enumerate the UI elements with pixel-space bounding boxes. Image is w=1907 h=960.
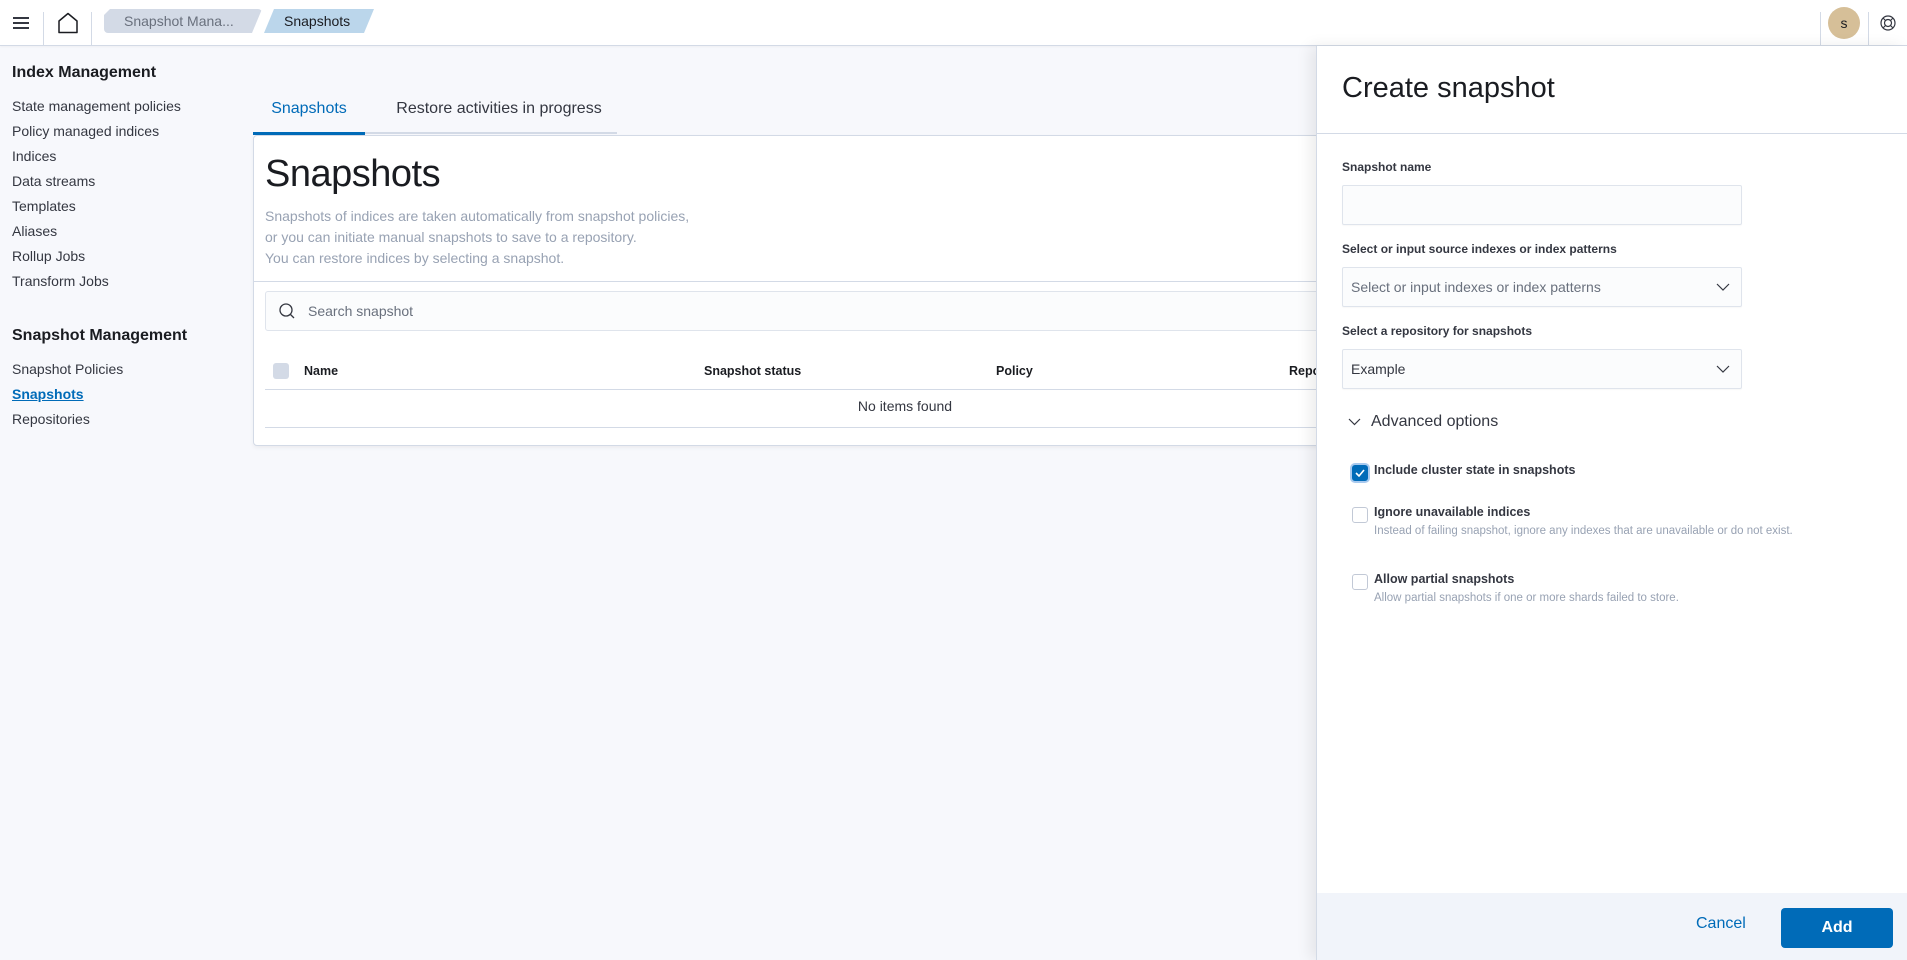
checkbox-help-text: Allow partial snapshots if one or more s… bbox=[1374, 592, 1679, 604]
source-indexes-placeholder: Select or input indexes or index pattern… bbox=[1351, 279, 1601, 295]
include-cluster-state-checkbox[interactable] bbox=[1352, 465, 1368, 481]
help-lifebuoy-icon bbox=[1879, 14, 1896, 31]
header-divider bbox=[91, 12, 92, 45]
page-description: Snapshots of indices are taken automatic… bbox=[265, 206, 689, 269]
sidebar-item-policy-managed-indices[interactable]: Policy managed indices bbox=[12, 123, 159, 139]
repository-label: Select a repository for snapshots bbox=[1342, 324, 1533, 338]
cancel-button[interactable]: Cancel bbox=[1696, 915, 1746, 933]
snapshot-name-input[interactable] bbox=[1343, 186, 1741, 224]
select-all-checkbox[interactable] bbox=[273, 363, 289, 379]
sidebar-section-snapshot-management: Snapshot Management bbox=[12, 327, 188, 344]
flyout-title: Create snapshot bbox=[1342, 72, 1555, 104]
snapshot-name-field[interactable] bbox=[1342, 185, 1742, 225]
chevron-down-icon bbox=[1348, 418, 1361, 426]
sidebar-item-aliases[interactable]: Aliases bbox=[12, 223, 57, 239]
source-indexes-label: Select or input source indexes or index … bbox=[1342, 242, 1617, 256]
checkbox-help-text: Instead of failing snapshot, ignore any … bbox=[1374, 525, 1793, 537]
allow-partial-checkbox[interactable] bbox=[1352, 574, 1368, 590]
snapshots-panel: Snapshots Snapshots of indices are taken… bbox=[253, 135, 1353, 446]
avatar: s bbox=[1828, 6, 1860, 39]
menu-button[interactable] bbox=[0, 0, 42, 45]
column-header-name[interactable]: Name bbox=[304, 364, 338, 378]
checkbox-label[interactable]: Ignore unavailable indices bbox=[1374, 505, 1530, 519]
breadcrumb-label: Snapshot Mana... bbox=[124, 13, 234, 29]
search-icon bbox=[279, 303, 295, 319]
checkbox-label[interactable]: Include cluster state in snapshots bbox=[1374, 463, 1575, 477]
divider bbox=[254, 281, 1352, 282]
ignore-unavailable-checkbox[interactable] bbox=[1352, 507, 1368, 523]
repository-selected-value: Example bbox=[1351, 361, 1406, 377]
sidebar-item-data-streams[interactable]: Data streams bbox=[12, 173, 95, 189]
table-header-divider bbox=[265, 389, 1352, 390]
breadcrumb-label: Snapshots bbox=[284, 13, 351, 29]
header-divider bbox=[43, 12, 44, 45]
sidebar-section-index-management: Index Management bbox=[12, 64, 157, 81]
snapshot-name-label: Snapshot name bbox=[1342, 160, 1432, 174]
sidebar-item-transform-jobs[interactable]: Transform Jobs bbox=[12, 273, 109, 289]
advanced-options-label: Advanced options bbox=[1371, 413, 1499, 430]
sidebar-item-state-management-policies[interactable]: State management policies bbox=[12, 98, 181, 114]
tab-snapshots[interactable]: Snapshots bbox=[253, 90, 365, 135]
repository-select[interactable]: Example bbox=[1342, 349, 1742, 389]
sidebar-item-snapshot-policies[interactable]: Snapshot Policies bbox=[12, 361, 123, 377]
description-line: Snapshots of indices are taken automatic… bbox=[265, 208, 690, 224]
tab-restore-activities[interactable]: Restore activities in progress bbox=[381, 90, 617, 134]
column-header-policy[interactable]: Policy bbox=[996, 364, 1033, 378]
flyout-footer: Cancel Add bbox=[1317, 893, 1907, 960]
search-field[interactable] bbox=[265, 291, 1345, 331]
home-button[interactable] bbox=[46, 0, 90, 45]
header-divider bbox=[1820, 12, 1821, 45]
sidebar-item-rollup-jobs[interactable]: Rollup Jobs bbox=[12, 248, 85, 264]
chevron-down-icon[interactable] bbox=[1705, 365, 1741, 373]
search-input[interactable] bbox=[308, 303, 1208, 319]
main-tabs: Snapshots Restore activities in progress bbox=[253, 90, 617, 135]
chevron-down-icon[interactable] bbox=[1705, 283, 1741, 291]
breadcrumb-snapshots: Snapshots bbox=[264, 9, 374, 33]
home-icon bbox=[58, 12, 78, 33]
table-bottom-divider bbox=[265, 427, 1352, 428]
column-header-snapshot-status[interactable]: Snapshot status bbox=[704, 364, 801, 378]
sidebar-item-indices[interactable]: Indices bbox=[12, 148, 56, 164]
sidebar-item-templates[interactable]: Templates bbox=[12, 198, 76, 214]
top-header: Snapshot Mana... Snapshots s bbox=[0, 0, 1907, 46]
description-line: or you can initiate manual snapshots to … bbox=[265, 229, 637, 245]
create-snapshot-flyout: Create snapshot Snapshot name Select or … bbox=[1316, 46, 1907, 960]
user-menu-button[interactable]: s bbox=[1822, 0, 1866, 45]
divider bbox=[1317, 133, 1907, 134]
checkbox-label[interactable]: Allow partial snapshots bbox=[1374, 572, 1514, 586]
breadcrumb-snapshot-management[interactable]: Snapshot Mana... bbox=[104, 9, 262, 33]
sidebar-item-snapshots[interactable]: Snapshots bbox=[12, 386, 84, 402]
add-button[interactable]: Add bbox=[1781, 908, 1893, 948]
checkmark-icon bbox=[1355, 469, 1365, 477]
advanced-options-toggle[interactable]: Advanced options bbox=[1348, 413, 1498, 431]
help-button[interactable] bbox=[1868, 0, 1907, 45]
sidebar-item-repositories[interactable]: Repositories bbox=[12, 411, 90, 427]
source-indexes-combobox[interactable]: Select or input indexes or index pattern… bbox=[1342, 267, 1742, 307]
description-line: You can restore indices by selecting a s… bbox=[265, 250, 565, 266]
page-title: Snapshots bbox=[265, 153, 441, 195]
hamburger-menu-icon bbox=[13, 16, 29, 29]
